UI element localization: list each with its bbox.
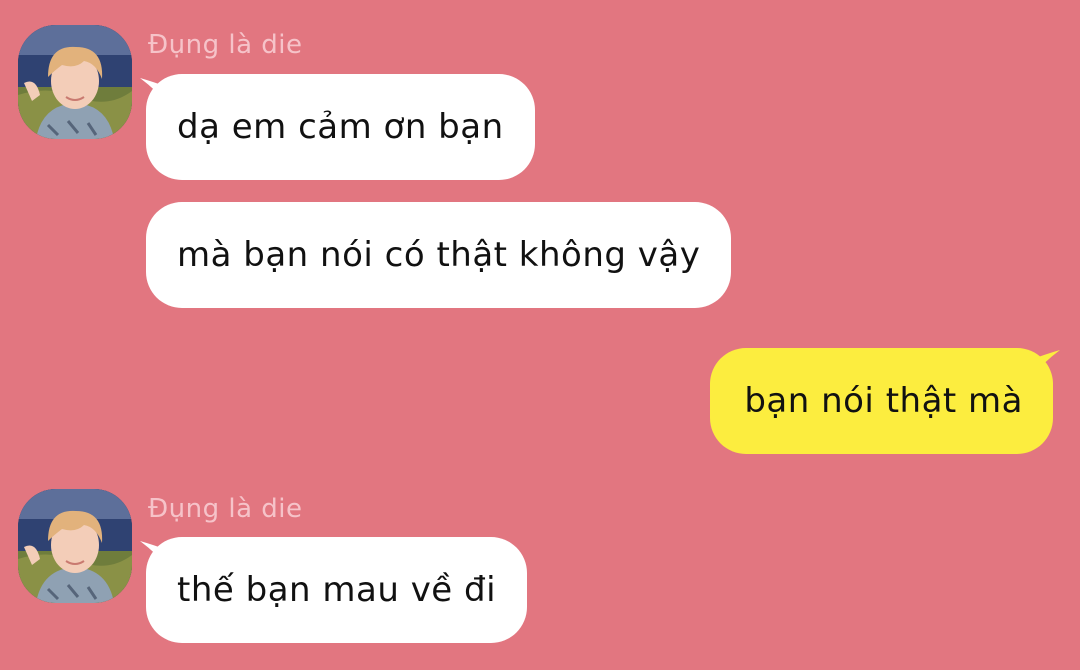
message-bubble[interactable]: bạn nói thật mà: [710, 348, 1053, 454]
message-text: mà bạn nói có thật không vậy: [177, 235, 701, 275]
sender-name: Đụng là die: [148, 30, 303, 60]
message-text: thế bạn mau về đi: [177, 570, 497, 610]
avatar[interactable]: [18, 489, 132, 603]
message-text: dạ em cảm ơn bạn: [177, 107, 504, 147]
chat-view: Đụng là die dạ em cảm ơn bạn mà bạn nói …: [0, 0, 1080, 670]
avatar-photo: [18, 25, 132, 139]
message-bubble[interactable]: thế bạn mau về đi: [146, 537, 528, 643]
message-text: bạn nói thật mà: [744, 381, 1023, 421]
sender-name: Đụng là die: [148, 494, 303, 524]
avatar-photo: [18, 489, 132, 603]
message-bubble[interactable]: mà bạn nói có thật không vậy: [146, 202, 732, 308]
avatar[interactable]: [18, 25, 132, 139]
message-bubble[interactable]: dạ em cảm ơn bạn: [146, 74, 535, 180]
